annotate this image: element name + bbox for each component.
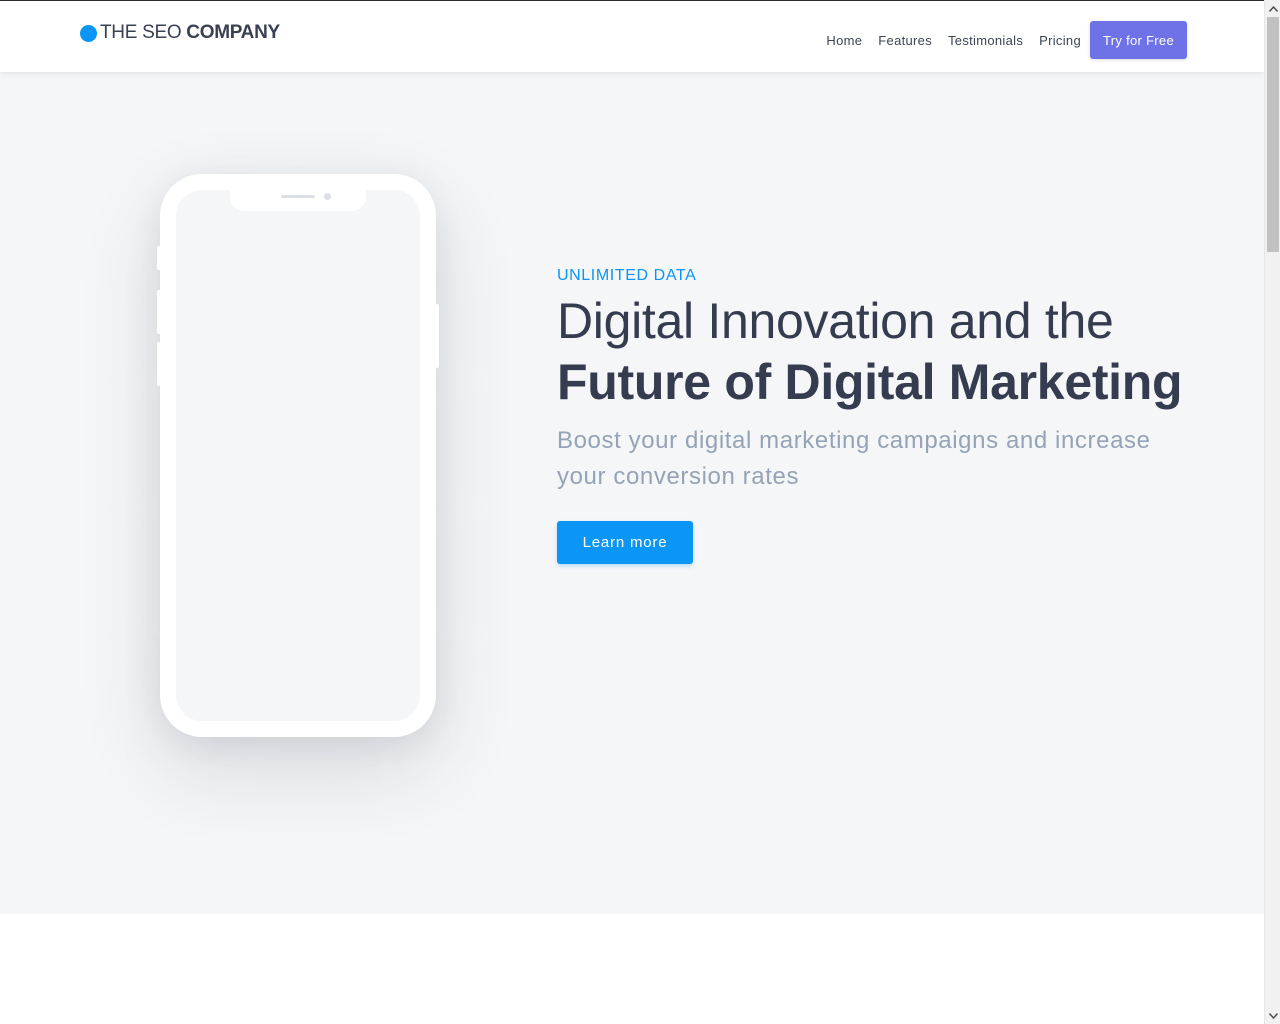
brand-name: THE SEO COMPANY [100,22,280,44]
try-for-free-button[interactable]: Try for Free [1089,21,1187,59]
hero-headline-line1: Digital Innovation and the [557,293,1114,349]
phone-mockup [157,174,439,737]
brand-logo[interactable]: THE SEO COMPANY [80,22,280,44]
phone-screen [176,190,420,721]
phone-notch [230,190,366,211]
nav-link-pricing[interactable]: Pricing [1039,33,1081,48]
hero-lead: Boost your digital marketing campaigns a… [557,427,1151,490]
nav-link-testimonials[interactable]: Testimonials [948,33,1023,48]
phone-speaker [281,195,315,198]
navbar: THE SEO COMPANY Home Features Testimonia… [0,1,1264,72]
scrollbar-thumb[interactable] [1267,17,1279,252]
page-viewport: THE SEO COMPANY Home Features Testimonia… [0,0,1264,1024]
phone-body [160,174,436,737]
logo-dot-icon [80,24,97,42]
hero-eyebrow: UNLIMITED DATA [557,267,697,284]
chevron-down-icon[interactable] [1265,1007,1280,1024]
nav-link-features[interactable]: Features [878,33,932,48]
hero-section: UNLIMITED DATA Digital Innovation and th… [0,72,1264,914]
scrollbar[interactable] [1264,0,1280,1024]
hero-content: UNLIMITED DATA Digital Innovation and th… [557,266,1207,564]
learn-more-button[interactable]: Learn more [557,521,693,564]
phone-camera-icon [324,193,331,200]
brand-name-bold: COMPANY [186,22,280,43]
hero-headline: Digital Innovation and the Future of Dig… [557,291,1207,413]
chevron-up-icon[interactable] [1265,0,1280,17]
brand-name-regular: THE SEO [100,22,187,43]
nav-menu: Home Features Testimonials Pricing Try f… [826,21,1187,59]
hero-headline-line2: Future of Digital Marketing [557,354,1183,410]
nav-link-home[interactable]: Home [826,33,862,48]
